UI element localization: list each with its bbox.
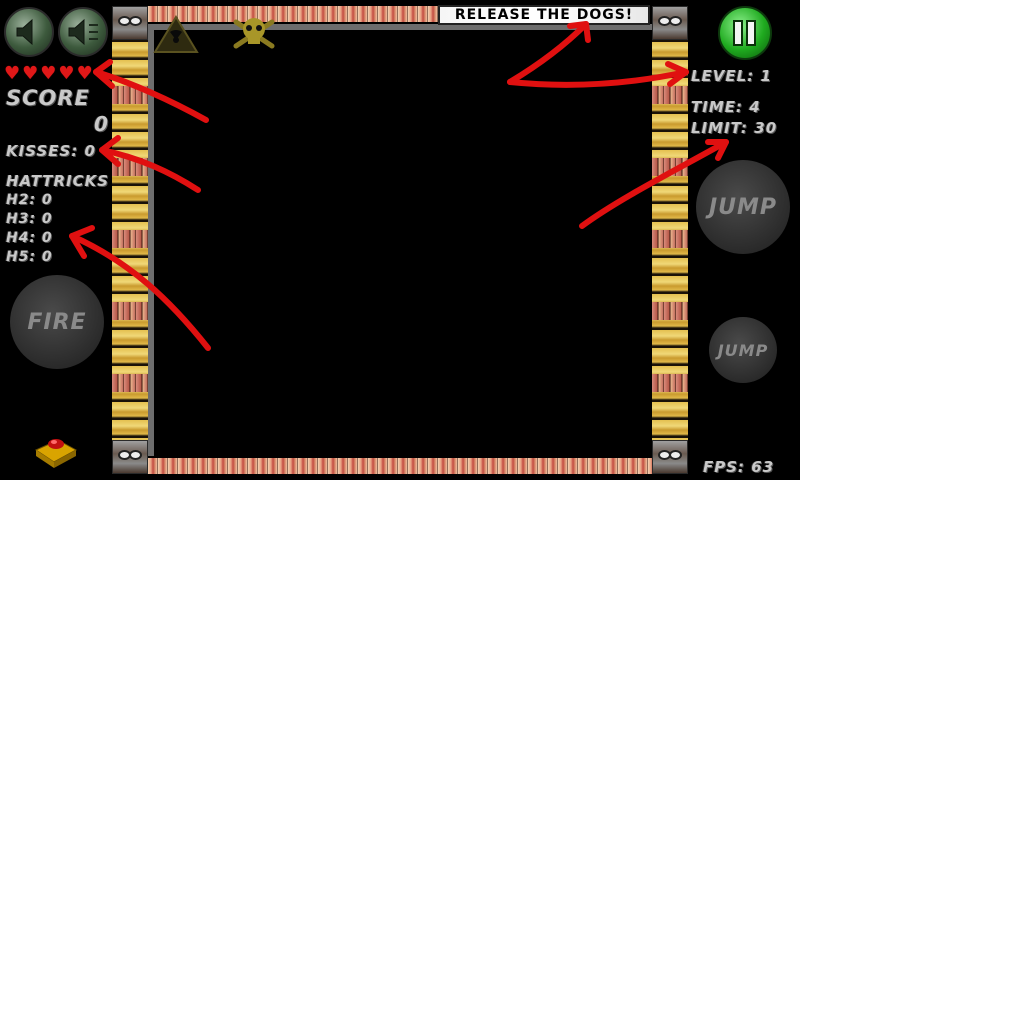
- skull-crossbones-icon: [233, 18, 275, 49]
- heart-icon: ♥: [76, 63, 93, 84]
- time-indicator: TIME: 4: [691, 98, 761, 116]
- hattricks-label: HATTRICKS: [6, 172, 110, 190]
- music-button[interactable]: [58, 7, 108, 57]
- totem-top-right: [652, 6, 688, 40]
- right-brick-wall: [652, 6, 688, 474]
- hattrick-h3: H3: 0: [6, 211, 53, 227]
- pause-icon: [733, 20, 756, 46]
- level-indicator: LEVEL: 1: [691, 67, 772, 85]
- heart-icon: ♥: [4, 63, 21, 84]
- bottom-brick-row: [148, 458, 652, 474]
- left-brick-wall: [112, 6, 148, 474]
- jump-button-small[interactable]: JUMP: [709, 317, 777, 383]
- lives-hearts: ♥ ♥ ♥ ♥ ♥: [4, 63, 93, 84]
- fire-button[interactable]: FIRE: [10, 275, 104, 369]
- score-value: 0: [94, 112, 109, 136]
- kisses-counter: KISSES: 0: [6, 142, 96, 160]
- red-button-icon[interactable]: [32, 428, 80, 472]
- status-banner: RELEASE THE DOGS!: [438, 5, 650, 25]
- heart-icon: ♥: [40, 63, 57, 84]
- totem-bottom-left: [112, 440, 148, 474]
- totem-top-left: [112, 6, 148, 40]
- sound-effects-button[interactable]: [4, 7, 54, 57]
- pause-button[interactable]: [718, 6, 772, 60]
- score-label: SCORE: [6, 86, 90, 110]
- radiation-warning-icon: [153, 15, 199, 53]
- play-area[interactable]: [148, 24, 652, 456]
- hattrick-h5: H5: 0: [6, 249, 53, 265]
- fps-counter: FPS: 63: [703, 458, 775, 476]
- totem-bottom-right: [652, 440, 688, 474]
- heart-icon: ♥: [22, 63, 39, 84]
- speaker-music-icon: [68, 18, 98, 46]
- hattrick-h4: H4: 0: [6, 230, 53, 246]
- heart-icon: ♥: [58, 63, 75, 84]
- hattrick-h2: H2: 0: [6, 192, 53, 208]
- limit-indicator: LIMIT: 30: [691, 119, 778, 137]
- game-screen: ♥ ♥ ♥ ♥ ♥ SCORE 0 KISSES: 0 HATTRICKS H2: 0 …: [0, 0, 800, 480]
- jump-button-large[interactable]: JUMP: [696, 160, 790, 254]
- speaker-icon: [16, 18, 33, 46]
